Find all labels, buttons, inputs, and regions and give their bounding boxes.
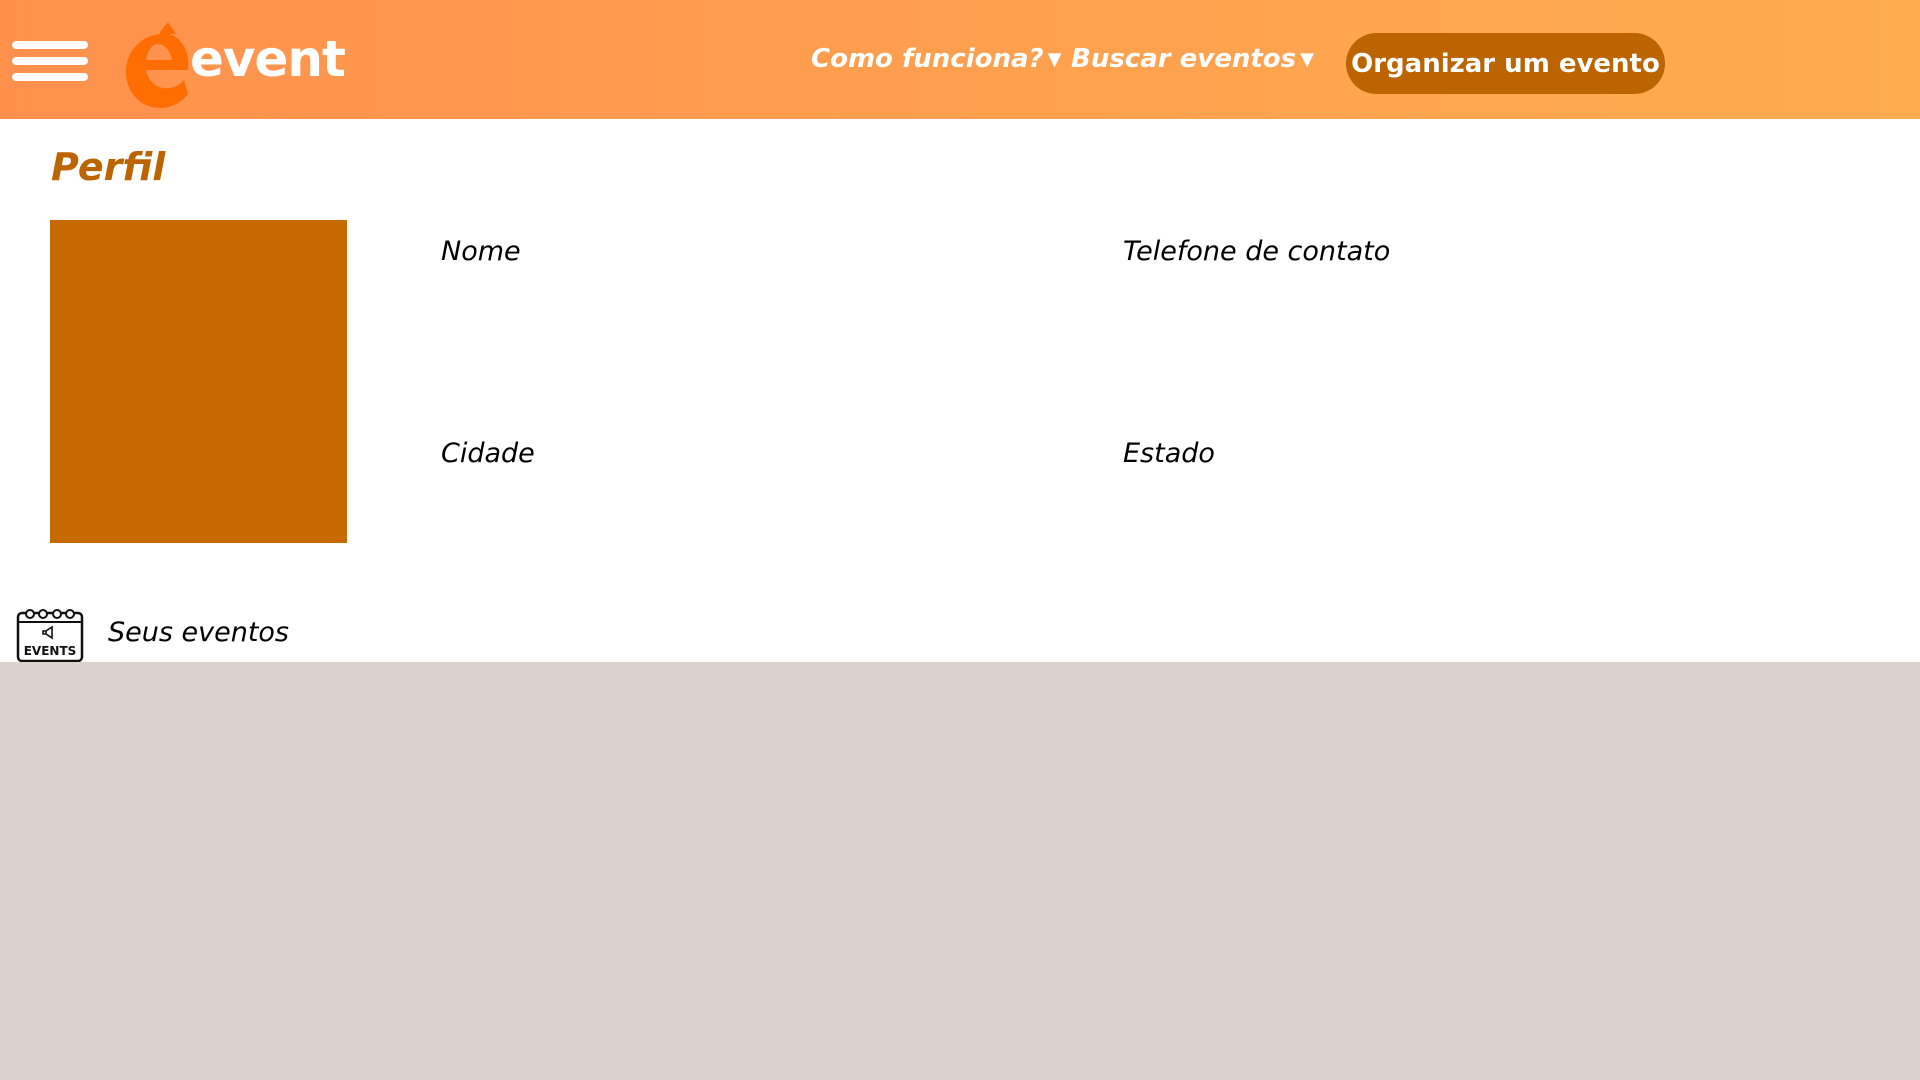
nav-buscar-eventos[interactable]: Buscar eventos ▼ [1071, 46, 1314, 72]
organizar-evento-button[interactable]: Organizar um evento [1346, 33, 1665, 94]
hamburger-menu-icon[interactable] [12, 41, 88, 85]
nav-como-funciona-label: Como funciona? [811, 44, 1044, 74]
hamburger-line [12, 73, 88, 81]
hamburger-line [12, 41, 88, 49]
caret-down-icon: ▼ [1047, 49, 1062, 70]
hamburger-line [12, 57, 88, 65]
events-list-area [0, 662, 1920, 1080]
field-label-estado: Estado [1123, 438, 1215, 469]
field-label-nome: Nome [441, 236, 521, 267]
field-label-telefone: Telefone de contato [1123, 236, 1391, 267]
nav-como-funciona[interactable]: Como funciona? ▼ [811, 46, 1061, 72]
caret-down-icon: ▼ [1300, 49, 1314, 70]
logo-text: event [190, 30, 346, 88]
field-label-cidade: Cidade [441, 438, 535, 469]
profile-photo[interactable] [50, 220, 347, 543]
top-navigation-bar: event Como funciona? ▼ Buscar eventos ▼ Or… [0, 0, 1920, 119]
event-logo[interactable]: event [126, 22, 346, 112]
nav-buscar-eventos-label: Buscar eventos [1071, 44, 1297, 74]
event-logo-icon [126, 22, 189, 108]
seus-eventos-link[interactable]: Seus eventos [108, 619, 289, 646]
events-icon-text: EVENTS [24, 644, 77, 658]
page-title: Perfil [51, 145, 166, 189]
events-calendar-icon[interactable]: EVENTS [16, 605, 84, 663]
